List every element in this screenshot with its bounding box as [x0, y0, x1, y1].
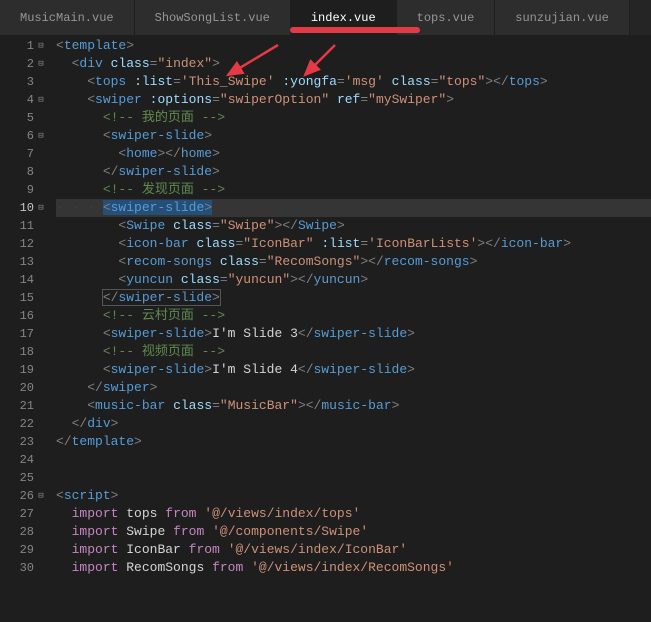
fold-icon[interactable]: ⊟	[36, 55, 46, 73]
code-line: <swiper-slide>	[56, 127, 651, 145]
tab-sunzujian[interactable]: sunzujian.vue	[495, 0, 630, 35]
code-line: <swiper :options="swiperOption" ref="myS…	[56, 91, 651, 109]
code-line	[56, 469, 651, 487]
code-line: import IconBar from '@/views/index/IconB…	[56, 541, 651, 559]
code-line: import RecomSongs from '@/views/index/Re…	[56, 559, 651, 577]
tab-musicmain[interactable]: MusicMain.vue	[0, 0, 135, 35]
code-line: <!-- 视频页面 -->	[56, 343, 651, 361]
code-line: · · · <swiper-slide>	[56, 199, 651, 217]
code-editor[interactable]: 1⊟ 2⊟ 3 4⊟ 5 6⊟ 7 8 9 10⊟ 11 12 13 14 15…	[0, 35, 651, 622]
code-line: <!-- 我的页面 -->	[56, 109, 651, 127]
code-line: <home></home>	[56, 145, 651, 163]
code-line	[56, 451, 651, 469]
fold-icon[interactable]: ⊟	[36, 199, 46, 217]
code-line: <music-bar class="MusicBar"></music-bar>	[56, 397, 651, 415]
fold-icon[interactable]: ⊟	[36, 127, 46, 145]
line-gutter: 1⊟ 2⊟ 3 4⊟ 5 6⊟ 7 8 9 10⊟ 11 12 13 14 15…	[0, 35, 38, 622]
code-line: <script>	[56, 487, 651, 505]
code-line: import tops from '@/views/index/tops'	[56, 505, 651, 523]
code-line: <recom-songs class="RecomSongs"></recom-…	[56, 253, 651, 271]
code-line: <tops :list='This_Swipe' :yongfa='msg' c…	[56, 73, 651, 91]
code-line: <!-- 发现页面 -->	[56, 181, 651, 199]
code-line: </swiper-slide>	[56, 163, 651, 181]
code-line: </template>	[56, 433, 651, 451]
code-line: </swiper-slide>	[56, 289, 651, 307]
fold-icon[interactable]: ⊟	[36, 487, 46, 505]
fold-icon[interactable]: ⊟	[36, 91, 46, 109]
code-line: import Swipe from '@/components/Swipe'	[56, 523, 651, 541]
tab-showsonglist[interactable]: ShowSongList.vue	[135, 0, 291, 35]
code-line: <swiper-slide>I'm Slide 3</swiper-slide>	[56, 325, 651, 343]
code-line: <swiper-slide>I'm Slide 4</swiper-slide>	[56, 361, 651, 379]
fold-icon[interactable]: ⊟	[36, 37, 46, 55]
code-line: <!-- 云村页面 -->	[56, 307, 651, 325]
code-area[interactable]: <template> <div class="index"> <tops :li…	[38, 35, 651, 622]
code-line: <yuncun class="yuncun"></yuncun>	[56, 271, 651, 289]
code-line: <icon-bar class="IconBar" :list='IconBar…	[56, 235, 651, 253]
code-line: <Swipe class="Swipe"></Swipe>	[56, 217, 651, 235]
code-line: </div>	[56, 415, 651, 433]
code-line: <div class="index">	[56, 55, 651, 73]
code-line: <template>	[56, 37, 651, 55]
code-line: </swiper>	[56, 379, 651, 397]
annotation-underline	[290, 27, 420, 33]
